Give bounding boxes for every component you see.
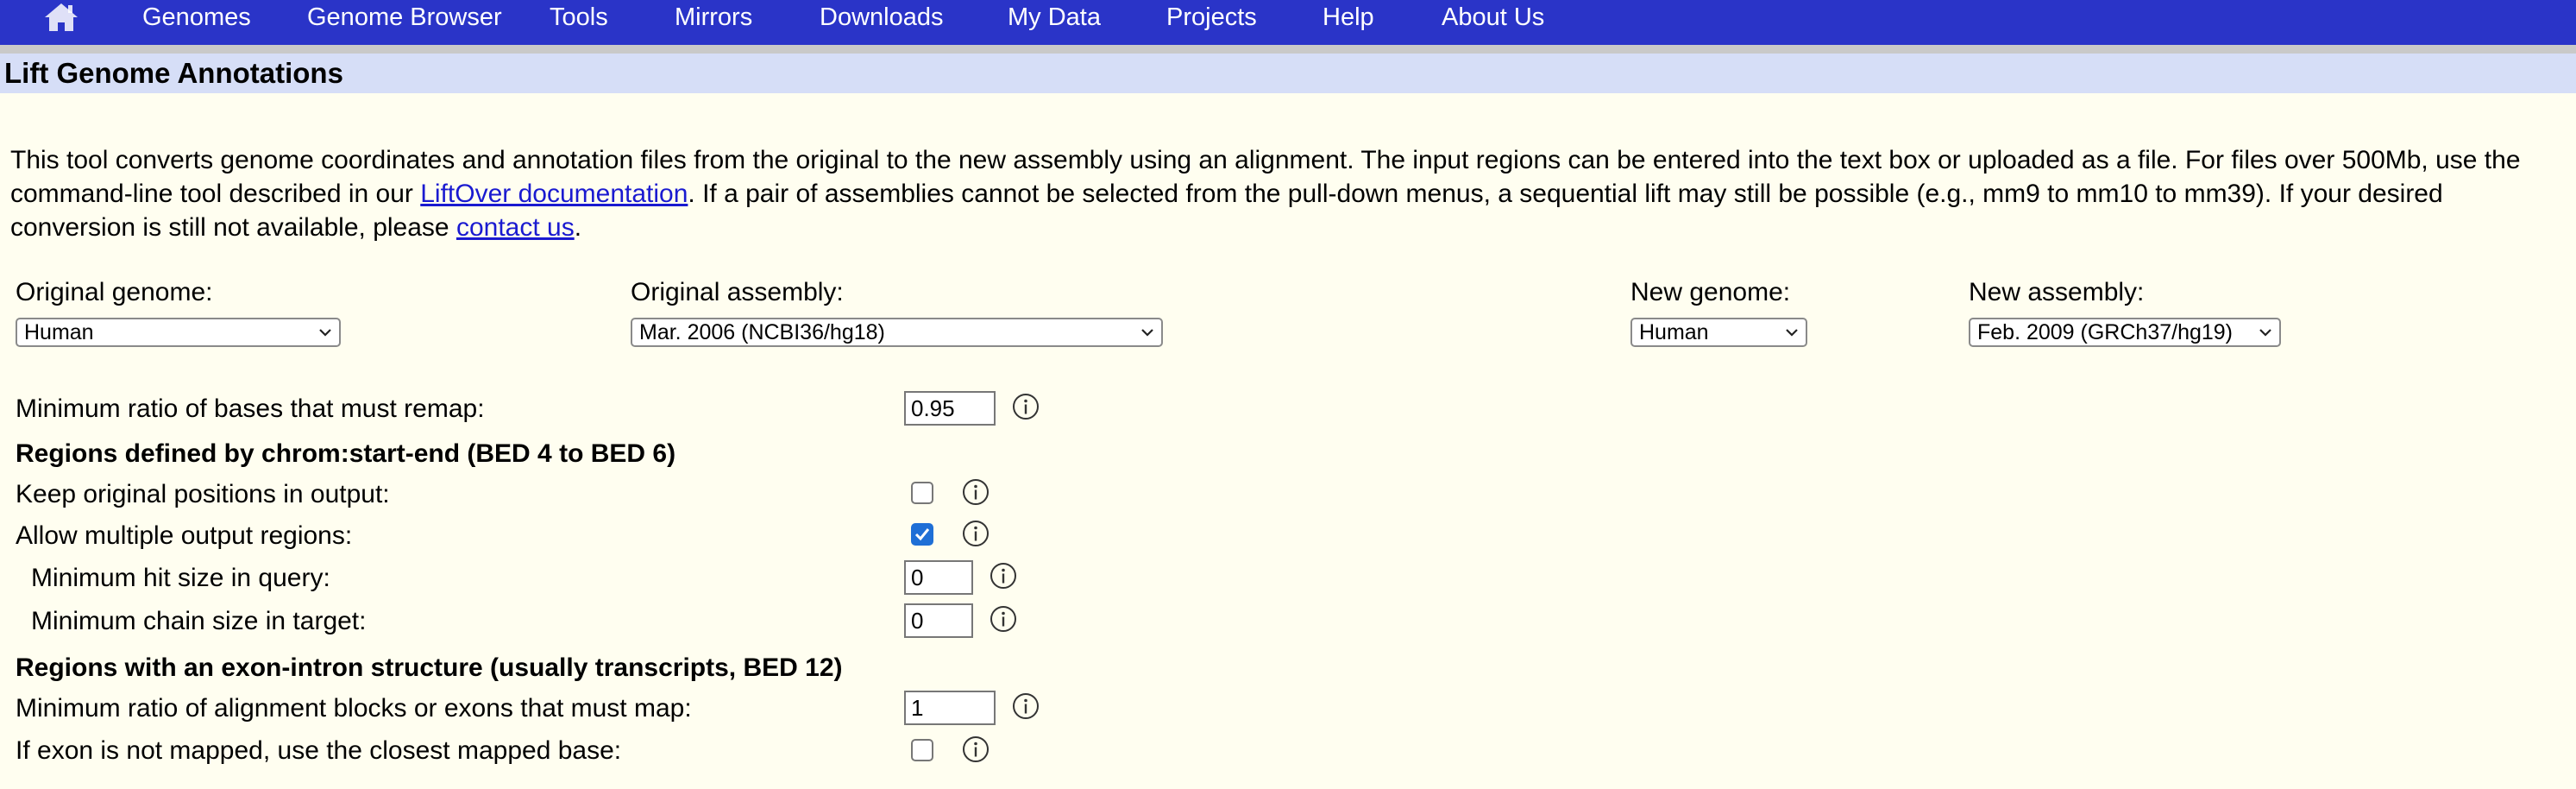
allow-multiple-label: Allow multiple output regions:: [16, 521, 353, 550]
nav-item-projects[interactable]: Projects: [1166, 0, 1257, 35]
nav-item-mirrors[interactable]: Mirrors: [675, 0, 752, 35]
contact-us-link[interactable]: contact us: [456, 213, 575, 242]
exon-section-heading: Regions with an exon-intron structure (u…: [16, 653, 843, 682]
keep-original-checkbox[interactable]: [911, 482, 933, 504]
checkmark-icon: [914, 528, 930, 541]
original-assembly-select[interactable]: Mar. 2006 (NCBI36/hg18): [631, 318, 1163, 347]
nav-item-genome-browser[interactable]: Genome Browser: [307, 0, 502, 35]
chevron-down-icon: [1786, 329, 1798, 337]
nav-item-help[interactable]: Help: [1323, 0, 1374, 35]
allow-multiple-checkbox[interactable]: [911, 523, 933, 546]
new-assembly-select[interactable]: Feb. 2009 (GRCh37/hg19): [1969, 318, 2281, 347]
nav-divider: [0, 45, 2576, 54]
chevron-down-icon: [1141, 329, 1153, 337]
info-icon[interactable]: [961, 735, 990, 764]
original-genome-select[interactable]: Human: [16, 318, 341, 347]
new-genome-label: New genome:: [1630, 278, 1791, 306]
info-icon[interactable]: [961, 477, 990, 507]
original-assembly-label: Original assembly:: [631, 278, 844, 306]
liftover-documentation-link[interactable]: LiftOver documentation: [420, 180, 688, 208]
chevron-down-icon: [319, 329, 331, 337]
info-icon[interactable]: [961, 519, 990, 548]
new-assembly-value: Feb. 2009 (GRCh37/hg19): [1977, 320, 2234, 344]
nav-item-my-data[interactable]: My Data: [1008, 0, 1101, 35]
original-genome-label: Original genome:: [16, 278, 213, 306]
new-genome-select[interactable]: Human: [1630, 318, 1807, 347]
original-genome-value: Human: [24, 320, 94, 344]
nav-item-downloads[interactable]: Downloads: [820, 0, 943, 35]
chevron-down-icon: [2259, 329, 2271, 337]
min-hit-input[interactable]: 0: [904, 560, 973, 595]
exon-closest-label: If exon is not mapped, use the closest m…: [16, 736, 622, 765]
min-chain-input[interactable]: 0: [904, 603, 973, 638]
intro-text-3: .: [574, 213, 582, 242]
info-icon[interactable]: [1011, 392, 1040, 421]
info-icon[interactable]: [1011, 691, 1040, 721]
page-title: Lift Genome Annotations: [4, 57, 343, 89]
bed-section-heading: Regions defined by chrom:start-end (BED …: [16, 439, 676, 468]
intro-paragraph: This tool converts genome coordinates an…: [10, 143, 2564, 244]
exon-closest-checkbox[interactable]: [911, 739, 933, 761]
min-blocks-input[interactable]: 1: [904, 691, 996, 725]
min-blocks-label: Minimum ratio of alignment blocks or exo…: [16, 694, 692, 723]
min-ratio-input[interactable]: 0.95: [904, 391, 996, 426]
title-bar: Lift Genome Annotations: [0, 54, 2576, 93]
nav-item-tools[interactable]: Tools: [550, 0, 608, 35]
nav-item-genomes[interactable]: Genomes: [142, 0, 251, 35]
min-ratio-label: Minimum ratio of bases that must remap:: [16, 394, 485, 423]
original-assembly-value: Mar. 2006 (NCBI36/hg18): [639, 320, 885, 344]
keep-original-label: Keep original positions in output:: [16, 480, 390, 508]
home-icon[interactable]: [41, 0, 81, 33]
info-icon[interactable]: [989, 604, 1018, 634]
info-icon[interactable]: [989, 561, 1018, 590]
min-chain-label: Minimum chain size in target:: [31, 607, 367, 635]
top-nav-bar: Genomes Genome Browser Tools Mirrors Dow…: [0, 0, 2576, 45]
min-hit-label: Minimum hit size in query:: [31, 564, 330, 592]
nav-item-about-us[interactable]: About Us: [1442, 0, 1544, 35]
new-genome-value: Human: [1639, 320, 1709, 344]
new-assembly-label: New assembly:: [1969, 278, 2145, 306]
